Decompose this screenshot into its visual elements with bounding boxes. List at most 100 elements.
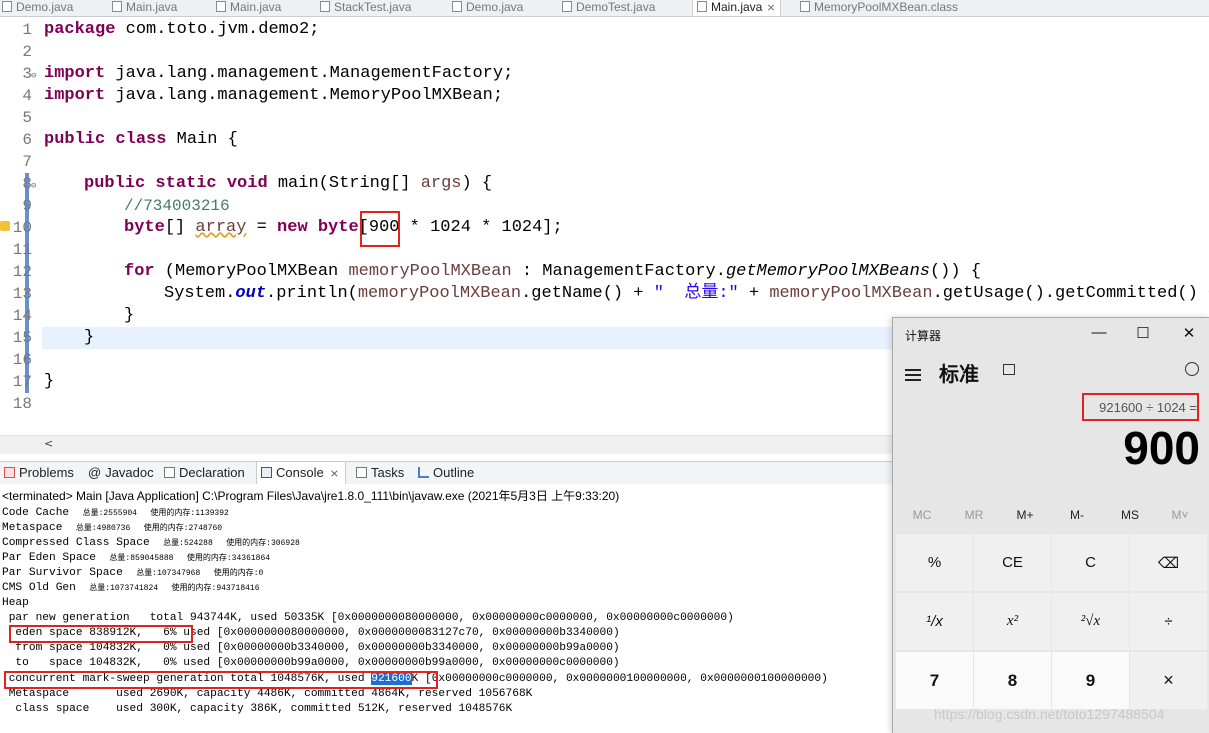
line-number: 18 bbox=[12, 395, 32, 413]
code-line-15: } bbox=[84, 328, 95, 347]
code-line-6: public class Main { bbox=[44, 130, 238, 149]
warning-icon bbox=[0, 221, 10, 231]
console-line: par new generation total 943744K, used 5… bbox=[2, 612, 734, 624]
line-number: 17 bbox=[12, 373, 32, 391]
line-number: 4 bbox=[22, 87, 32, 105]
tab-main-java-1[interactable]: Main.java bbox=[112, 0, 177, 16]
code-line-10: byte[] array = new byte[900 * 1024 * 102… bbox=[124, 218, 563, 237]
console-status-line: <terminated> Main [Java Application] C:\… bbox=[2, 489, 620, 503]
java-file-icon bbox=[452, 1, 462, 12]
tab-main-java-active[interactable]: Main.java ⨯ bbox=[692, 0, 781, 16]
memory-list-button[interactable]: M˅ bbox=[1155, 508, 1205, 522]
tab-outline[interactable]: Outline bbox=[418, 462, 474, 484]
tab-javadoc[interactable]: @ Javadoc bbox=[88, 462, 154, 484]
tab-declaration[interactable]: Declaration bbox=[164, 462, 245, 484]
code-line-8: public static void main(String[] args) { bbox=[84, 174, 493, 193]
line-number: 7 bbox=[22, 153, 32, 171]
code-line-14: } bbox=[124, 306, 135, 325]
menu-icon[interactable] bbox=[905, 366, 921, 384]
divide-button[interactable]: ÷ bbox=[1130, 593, 1207, 650]
scroll-left-icon[interactable]: < bbox=[44, 437, 53, 450]
close-icon[interactable]: ✕ bbox=[1179, 324, 1199, 342]
calculator-title: 计算器 bbox=[905, 329, 942, 343]
square-root-button[interactable]: ²√x bbox=[1052, 593, 1129, 650]
console-panel[interactable]: <terminated> Main [Java Application] C:\… bbox=[0, 484, 892, 732]
tab-tasks[interactable]: Tasks bbox=[356, 462, 404, 484]
console-line: to space 104832K, 0% used [0x00000000b99… bbox=[2, 657, 620, 669]
watermark: https://blog.csdn.net/toto1297488504 bbox=[934, 706, 1165, 722]
code-line-4: import java.lang.management.MemoryPoolMX… bbox=[44, 86, 504, 105]
console-line: CMS Old Gen 总量:1073741824 使用的内存:94371841… bbox=[2, 582, 260, 594]
maximize-icon[interactable]: ☐ bbox=[1133, 324, 1153, 342]
at-icon: @ bbox=[88, 465, 102, 480]
outline-icon bbox=[418, 467, 429, 478]
keep-on-top-icon[interactable] bbox=[1003, 364, 1015, 375]
line-number: 13 bbox=[12, 285, 32, 303]
line-number: 9 bbox=[22, 197, 32, 215]
close-console-icon[interactable]: ⨯ bbox=[330, 468, 339, 480]
console-line: Compressed Class Space 总量:524288 使用的内存:3… bbox=[2, 537, 300, 549]
memory-subtract-button[interactable]: M- bbox=[1052, 508, 1102, 522]
memory-recall-button[interactable]: MR bbox=[949, 508, 999, 522]
tab-demo-java[interactable]: Demo.java bbox=[2, 0, 73, 16]
problems-icon bbox=[4, 467, 15, 478]
line-number: 2 bbox=[22, 43, 32, 61]
fold-icon[interactable]: ⊖ bbox=[31, 65, 36, 87]
memory-store-button[interactable]: MS bbox=[1105, 508, 1155, 522]
editor-horizontal-scrollbar[interactable]: < bbox=[0, 435, 900, 454]
editor-tab-bar: Demo.java Main.java Main.java StackTest.… bbox=[0, 0, 1209, 17]
minimize-icon[interactable]: — bbox=[1089, 324, 1109, 341]
percent-button[interactable]: % bbox=[896, 534, 973, 591]
tab-demotest-java[interactable]: DemoTest.java bbox=[562, 0, 655, 16]
console-line: Metaspace 总量:4980736 使用的内存:2748760 bbox=[2, 522, 223, 534]
digit-8-button[interactable]: 8 bbox=[974, 652, 1051, 709]
backspace-button[interactable]: ⌫ bbox=[1130, 534, 1207, 591]
tasks-icon bbox=[356, 467, 367, 478]
square-button[interactable]: x² bbox=[974, 593, 1051, 650]
java-file-icon bbox=[112, 1, 122, 12]
history-icon[interactable] bbox=[1185, 362, 1199, 376]
code-line-9: //734003216 bbox=[124, 197, 230, 215]
console-line: Par Survivor Space 总量:107347968 使用的内存:0 bbox=[2, 567, 264, 579]
clear-entry-button[interactable]: CE bbox=[974, 534, 1051, 591]
tab-main-java-2[interactable]: Main.java bbox=[216, 0, 281, 16]
java-file-icon bbox=[697, 1, 707, 12]
reciprocal-button[interactable]: ¹/x bbox=[896, 593, 973, 650]
digit-7-button[interactable]: 7 bbox=[896, 652, 973, 709]
java-file-icon bbox=[562, 1, 572, 12]
console-icon bbox=[261, 467, 272, 478]
digit-9-button[interactable]: 9 bbox=[1052, 652, 1129, 709]
tab-memorypoolmxbean-class[interactable]: MemoryPoolMXBean.class bbox=[800, 0, 958, 16]
java-file-icon bbox=[320, 1, 330, 12]
declaration-icon bbox=[164, 467, 175, 478]
calculator-window: 计算器 — ☐ ✕ 标准 921600 ÷ 1024 = 900 MC MR M… bbox=[892, 317, 1209, 733]
multiply-button[interactable]: × bbox=[1130, 652, 1207, 709]
memory-clear-button[interactable]: MC bbox=[897, 508, 947, 522]
code-line-17: } bbox=[44, 372, 55, 391]
fold-icon[interactable]: ⊖ bbox=[31, 175, 36, 197]
line-number: 1 bbox=[22, 21, 32, 39]
console-line: Heap bbox=[2, 597, 29, 609]
line-number: 3 bbox=[22, 65, 32, 83]
views-tab-bar: Problems @ Javadoc Declaration Console ⨯ T… bbox=[0, 461, 900, 485]
line-number: 11 bbox=[12, 241, 32, 259]
console-line: Metaspace used 2690K, capacity 4486K, co… bbox=[2, 688, 533, 700]
tab-console[interactable]: Console ⨯ bbox=[256, 462, 346, 484]
tab-problems[interactable]: Problems bbox=[4, 462, 74, 484]
tab-demo-java-2[interactable]: Demo.java bbox=[452, 0, 523, 16]
class-file-icon bbox=[800, 1, 810, 12]
close-tab-icon[interactable]: ⨯ bbox=[766, 2, 775, 14]
console-line: class space used 300K, capacity 386K, co… bbox=[2, 703, 513, 715]
clear-button[interactable]: C bbox=[1052, 534, 1129, 591]
console-line: from space 104832K, 0% used [0x00000000b… bbox=[2, 642, 620, 654]
tab-stacktest-java[interactable]: StackTest.java bbox=[320, 0, 411, 16]
java-file-icon bbox=[216, 1, 226, 12]
line-number: 14 bbox=[12, 307, 32, 325]
calculator-mode: 标准 bbox=[939, 364, 979, 386]
highlight-box-eden bbox=[9, 625, 193, 643]
java-file-icon bbox=[2, 1, 12, 12]
memory-add-button[interactable]: M+ bbox=[1000, 508, 1050, 522]
line-number: 16 bbox=[12, 351, 32, 369]
line-number: 15 bbox=[12, 329, 32, 347]
calculator-titlebar[interactable]: 计算器 — ☐ ✕ bbox=[893, 318, 1209, 352]
